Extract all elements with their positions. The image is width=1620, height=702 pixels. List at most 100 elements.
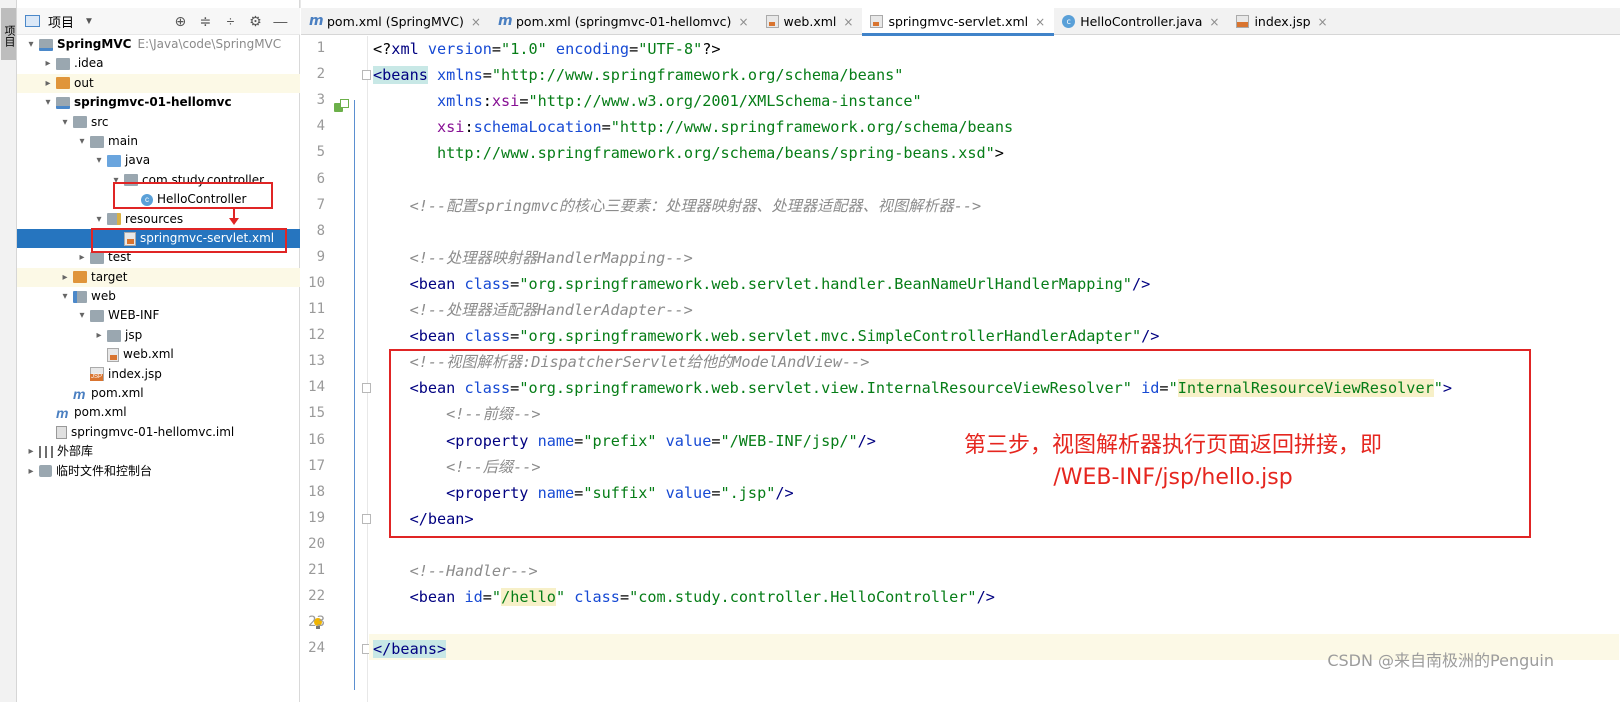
tree-item-com-study-controller[interactable]: ▾ com.study.controller [17, 171, 300, 190]
tree-item-hellocontroller[interactable]: c HelloController [17, 190, 300, 209]
tree-item-springmvc-servlet-xml[interactable]: springmvc-servlet.xml [17, 228, 300, 249]
project-panel-title[interactable]: 项目 [48, 12, 74, 31]
tree-item-jsp[interactable]: ▸ jsp [17, 326, 300, 345]
folder-blue-icon [107, 155, 121, 168]
folder-web-icon [73, 290, 87, 303]
line-number: 20 [308, 535, 325, 552]
tree-item-idea[interactable]: ▸ .idea [17, 54, 300, 73]
tree-item-springmvc-01-hellomvc[interactable]: ▾ springmvc-01-hellomvc [17, 93, 300, 112]
tree-item-java[interactable]: ▾ java [17, 151, 300, 170]
code-token: version [427, 40, 492, 58]
editor-tab[interactable]: c HelloController.java × [1054, 8, 1228, 35]
tree-item-springmvc[interactable]: ▾ SpringMVC E:\Java\code\SpringMVC [17, 35, 300, 54]
chevron-down-icon[interactable]: ▾ [74, 132, 90, 151]
close-icon[interactable]: × [1035, 15, 1045, 29]
tree-item-springmvc-01-hellomvc-iml[interactable]: springmvc-01-hellomvc.iml [17, 423, 300, 442]
tree-item-out[interactable]: ▸ out [17, 73, 300, 94]
tree-item-pom-xml[interactable]: m pom.xml [17, 384, 300, 403]
chevron-down-icon[interactable]: ▾ [23, 35, 39, 54]
line-number: 23 [308, 614, 325, 631]
folder-orange-icon [73, 271, 87, 284]
editor-tab[interactable]: springmvc-servlet.xml × [862, 8, 1055, 36]
tree-item-web[interactable]: ▾ web [17, 287, 300, 306]
editor-tab-bar: m pom.xml (SpringMVC) × m pom.xml (springmvc… [301, 8, 1620, 36]
close-icon[interactable]: × [1318, 15, 1328, 29]
chevron-right-icon[interactable]: ▸ [40, 74, 56, 93]
spring-bean-gutter-icon[interactable] [334, 99, 349, 113]
close-icon[interactable]: × [471, 15, 481, 29]
code-token: <bean [409, 588, 465, 607]
chevron-down-icon[interactable]: ▾ [40, 93, 56, 112]
gear-icon[interactable]: ⚙ [243, 13, 268, 30]
editor-tab[interactable]: m pom.xml (SpringMVC) × [301, 8, 490, 35]
line-number: 7 [316, 196, 325, 213]
expand-all-icon[interactable]: ≑ [193, 13, 218, 30]
line-number: 3 [316, 92, 325, 109]
tree-item-main[interactable]: ▾ main [17, 132, 300, 151]
line-number: 11 [308, 301, 325, 317]
code-token: xmlns [437, 66, 483, 85]
tree-item-resources[interactable]: ▾ resources [17, 210, 300, 229]
code-token: xmlns [437, 92, 483, 111]
target-icon[interactable]: ⊕ [168, 13, 193, 30]
editor-gutter: 1 2 3 4 5 6 7 8 9 10 11 12 13 14 15 16 17 18 19 20 21 22 23 24 [301, 36, 371, 702]
line-number: 18 [308, 483, 325, 500]
tree-item-test[interactable]: ▸ test [17, 248, 300, 267]
tree-item-src[interactable]: ▾ src [17, 113, 300, 132]
folder-res-icon [107, 213, 121, 226]
line-number: 5 [316, 144, 325, 161]
chevron-down-icon[interactable]: ▾ [57, 113, 73, 132]
tree-item-[interactable]: ▸ 外部库 [17, 442, 300, 461]
tree-item-pom-xml[interactable]: m pom.xml [17, 403, 300, 422]
project-tool-tab[interactable]: 项目 [1, 8, 16, 60]
folder-icon [90, 251, 104, 264]
chevron-down-icon[interactable]: ▾ [91, 210, 107, 229]
line-number: 22 [308, 588, 325, 605]
chevron-right-icon[interactable]: ▸ [74, 248, 90, 267]
editor-tab[interactable]: m pom.xml (springmvc-01-hellomvc) × [490, 8, 758, 35]
project-panel: 项目 ▼ ⊕ ≑ ÷ ⚙ — ▾ SpringMVC E:\Java\code\Sp… [17, 0, 300, 702]
tree-item-index-jsp[interactable]: index.jsp [17, 365, 300, 384]
code-token: ?> [702, 40, 721, 58]
chevron-right-icon[interactable]: ▸ [40, 54, 56, 73]
tree-item-label: java [125, 153, 151, 168]
view-selector-chevron-down-icon[interactable]: ▼ [84, 16, 94, 27]
editor-tab-label: HelloController.java [1080, 14, 1203, 29]
minimize-icon[interactable]: — [268, 13, 293, 29]
project-view-icon [25, 15, 40, 27]
maven-icon: m [73, 385, 86, 402]
close-icon[interactable]: × [843, 15, 853, 29]
chevron-down-icon[interactable]: ▾ [91, 151, 107, 170]
tree-item-label: out [74, 75, 94, 90]
code-token: class [574, 588, 620, 607]
code-token: "UTF-8" [638, 40, 703, 58]
chevron-down-icon[interactable]: ▾ [108, 171, 124, 190]
chevron-right-icon[interactable]: ▸ [23, 462, 39, 481]
chevron-down-icon[interactable]: ▾ [74, 306, 90, 325]
chevron-down-icon[interactable]: ▾ [57, 287, 73, 306]
tree-item-web-xml[interactable]: web.xml [17, 345, 300, 364]
tree-item-[interactable]: ▸ 临时文件和控制台 [17, 462, 300, 481]
tree-item-label: .idea [74, 56, 104, 71]
tree-item-target[interactable]: ▸ target [17, 267, 300, 288]
tree-item-web-inf[interactable]: ▾ WEB-INF [17, 306, 300, 325]
chevron-right-icon[interactable]: ▸ [91, 326, 107, 345]
line-number: 8 [316, 222, 325, 239]
code-line: <?xml version="1.0" encoding="UTF-8"?> [373, 36, 721, 62]
code-token: <beans [373, 66, 428, 85]
chevron-right-icon[interactable]: ▸ [57, 268, 73, 287]
editor-tab[interactable]: web.xml × [758, 8, 863, 35]
line-number: 14 [308, 379, 325, 396]
close-icon[interactable]: × [1209, 15, 1219, 29]
editor-tab[interactable]: index.jsp × [1228, 8, 1336, 35]
annotation-note-line2: /WEB-INF/jsp/hello.jsp [1053, 465, 1293, 490]
project-panel-header: 项目 ▼ ⊕ ≑ ÷ ⚙ — [17, 8, 300, 35]
collapse-all-icon[interactable]: ÷ [218, 13, 243, 29]
close-icon[interactable]: × [738, 15, 748, 29]
chevron-right-icon[interactable]: ▸ [23, 442, 39, 461]
